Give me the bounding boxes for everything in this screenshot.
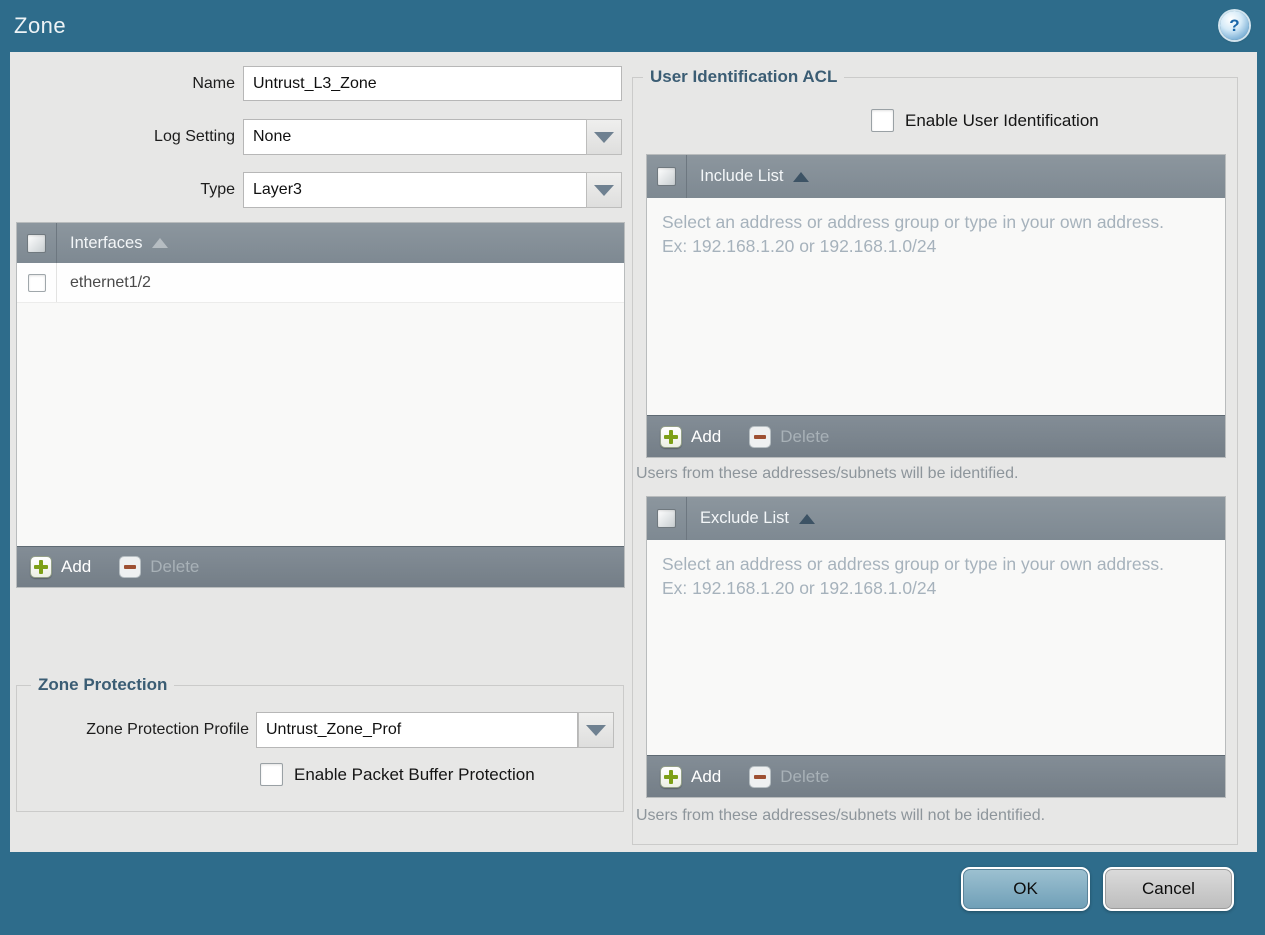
- add-icon[interactable]: [660, 765, 682, 788]
- packet-buffer-protection-label: Enable Packet Buffer Protection: [294, 765, 535, 784]
- dialog-title: Zone: [14, 13, 67, 38]
- interfaces-table-body: ethernet1/2: [17, 263, 624, 546]
- packet-buffer-protection-checkbox[interactable]: [260, 763, 283, 786]
- interfaces-table-footer: Add Delete: [17, 546, 624, 587]
- chevron-down-icon: [594, 184, 614, 196]
- include-list-placeholder: Select an address or address group or ty…: [662, 212, 1164, 256]
- zone-protection-legend: Zone Protection: [31, 675, 175, 695]
- sort-ascending-icon[interactable]: [152, 238, 169, 248]
- type-input[interactable]: [243, 172, 587, 208]
- log-setting-dropdown-button[interactable]: [586, 119, 622, 155]
- exclude-list-column-header[interactable]: Exclude List: [700, 509, 789, 528]
- include-list-caption: Users from these addresses/subnets will …: [636, 465, 1019, 482]
- interfaces-table-header: Interfaces: [17, 223, 624, 263]
- include-list-column-header[interactable]: Include List: [700, 167, 783, 186]
- interfaces-table: Interfaces ethernet1/2 Add Delete: [16, 222, 625, 588]
- exclude-delete-button[interactable]: Delete: [780, 767, 829, 787]
- include-list-body[interactable]: Select an address or address group or ty…: [647, 198, 1225, 415]
- delete-icon[interactable]: [119, 556, 142, 578]
- exclude-list-caption: Users from these addresses/subnets will …: [636, 807, 1046, 824]
- help-icon[interactable]: ?: [1220, 11, 1249, 40]
- zone-protection-profile-input[interactable]: [256, 712, 578, 748]
- log-setting-input[interactable]: [243, 119, 587, 155]
- cancel-button[interactable]: Cancel: [1103, 867, 1234, 911]
- name-label: Name: [192, 75, 235, 92]
- sort-ascending-icon[interactable]: [793, 171, 810, 182]
- include-select-all-checkbox[interactable]: [657, 167, 676, 186]
- include-delete-button[interactable]: Delete: [780, 427, 829, 447]
- dialog-body: Name Log Setting Type Interfaces: [10, 52, 1257, 852]
- zone-protection-section: Zone Protection Zone Protection Profile …: [16, 675, 624, 812]
- include-list-table: Include List Select an address or addres…: [646, 154, 1226, 458]
- type-dropdown-button[interactable]: [586, 172, 622, 208]
- zone-protection-profile-dropdown-button[interactable]: [578, 712, 614, 748]
- chevron-down-icon: [586, 724, 606, 736]
- interface-name[interactable]: ethernet1/2: [70, 274, 151, 292]
- dialog-titlebar: Zone ?: [0, 0, 1265, 52]
- table-row[interactable]: ethernet1/2: [17, 263, 624, 303]
- name-input[interactable]: [243, 66, 622, 101]
- zone-protection-profile-label: Zone Protection Profile: [86, 721, 249, 738]
- include-list-footer: Add Delete: [647, 415, 1225, 457]
- zone-dialog: Zone ? Name Log Setting Type Interfaces: [0, 0, 1265, 935]
- enable-user-identification-checkbox[interactable]: [871, 109, 894, 132]
- row-checkbox[interactable]: [27, 273, 46, 292]
- log-setting-label: Log Setting: [154, 128, 235, 145]
- add-icon[interactable]: [660, 425, 682, 448]
- type-label: Type: [200, 181, 235, 198]
- delete-button[interactable]: Delete: [150, 557, 199, 577]
- enable-user-identification-label: Enable User Identification: [905, 111, 1099, 130]
- add-button[interactable]: Add: [61, 557, 91, 577]
- ok-button[interactable]: OK: [961, 867, 1090, 911]
- delete-icon[interactable]: [749, 425, 772, 448]
- exclude-list-placeholder: Select an address or address group or ty…: [662, 554, 1164, 598]
- exclude-add-button[interactable]: Add: [691, 767, 721, 787]
- exclude-list-footer: Add Delete: [647, 755, 1225, 797]
- exclude-select-all-checkbox[interactable]: [657, 509, 676, 528]
- include-add-button[interactable]: Add: [691, 427, 721, 447]
- user-identification-acl-legend: User Identification ACL: [643, 67, 845, 87]
- exclude-list-header: Exclude List: [647, 497, 1225, 540]
- chevron-down-icon: [594, 131, 614, 143]
- user-identification-acl-section: User Identification ACL Enable User Iden…: [632, 67, 1238, 845]
- delete-icon[interactable]: [749, 765, 772, 788]
- interfaces-select-all-checkbox[interactable]: [27, 233, 46, 253]
- interfaces-column-header[interactable]: Interfaces: [70, 234, 142, 253]
- add-icon[interactable]: [30, 556, 52, 578]
- exclude-list-body[interactable]: Select an address or address group or ty…: [647, 540, 1225, 755]
- include-list-header: Include List: [647, 155, 1225, 198]
- sort-ascending-icon[interactable]: [798, 513, 815, 524]
- exclude-list-table: Exclude List Select an address or addres…: [646, 496, 1226, 798]
